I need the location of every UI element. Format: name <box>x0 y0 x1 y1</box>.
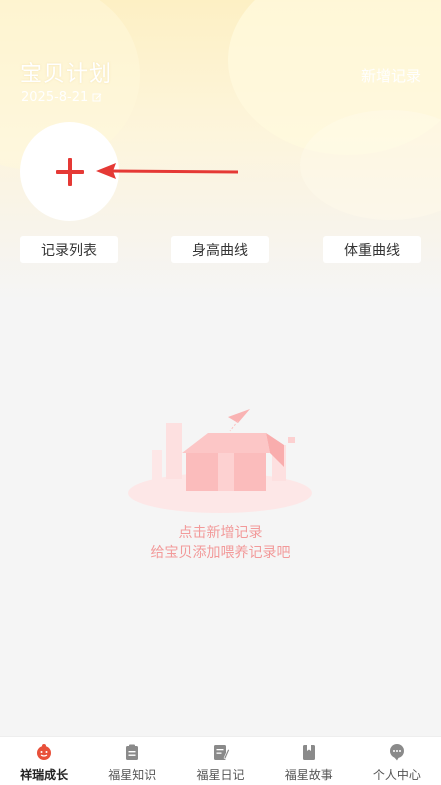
tab-height-curve[interactable]: 身高曲线 <box>171 236 269 263</box>
tab-label: 祥瑞成长 <box>20 768 69 782</box>
tab-growth[interactable]: 祥瑞成长 <box>0 737 88 785</box>
book-icon <box>302 745 315 760</box>
plus-icon <box>55 157 84 186</box>
page-title: 宝贝计划 <box>20 62 113 87</box>
tab-profile[interactable]: 个人中心 <box>353 737 441 785</box>
bottom-tab-bar: 祥瑞成长 福星知识 福星日记 福星故事 个人中心 <box>0 736 441 785</box>
tab-label: 福星故事 <box>284 768 333 782</box>
date-display[interactable]: 2025-8-21 <box>21 90 102 105</box>
tab-stories[interactable]: 福星故事 <box>265 737 353 785</box>
tab-knowledge[interactable]: 福星知识 <box>88 737 176 785</box>
tab-label: 福星日记 <box>196 768 245 782</box>
tab-record-list[interactable]: 记录列表 <box>20 236 118 263</box>
clipboard-icon <box>126 744 139 760</box>
baby-face-icon <box>37 744 52 760</box>
tab-label: 福星知识 <box>108 768 157 782</box>
tab-diary[interactable]: 福星日记 <box>176 737 264 785</box>
user-chat-icon <box>389 744 404 761</box>
new-record-button[interactable]: 新增记录 <box>361 65 421 86</box>
empty-hint-line2: 给宝贝添加喂养记录吧 <box>150 545 291 561</box>
arrow-annotation-icon <box>96 163 239 179</box>
notebook-pen-icon <box>213 745 230 760</box>
empty-box-illustration <box>128 409 312 513</box>
edit-icon <box>92 93 102 101</box>
empty-hint-line1: 点击新增记录 <box>178 525 263 541</box>
tab-weight-curve[interactable]: 体重曲线 <box>323 236 421 263</box>
tab-label: 个人中心 <box>372 768 421 782</box>
date-text: 2025-8-21 <box>21 90 89 105</box>
